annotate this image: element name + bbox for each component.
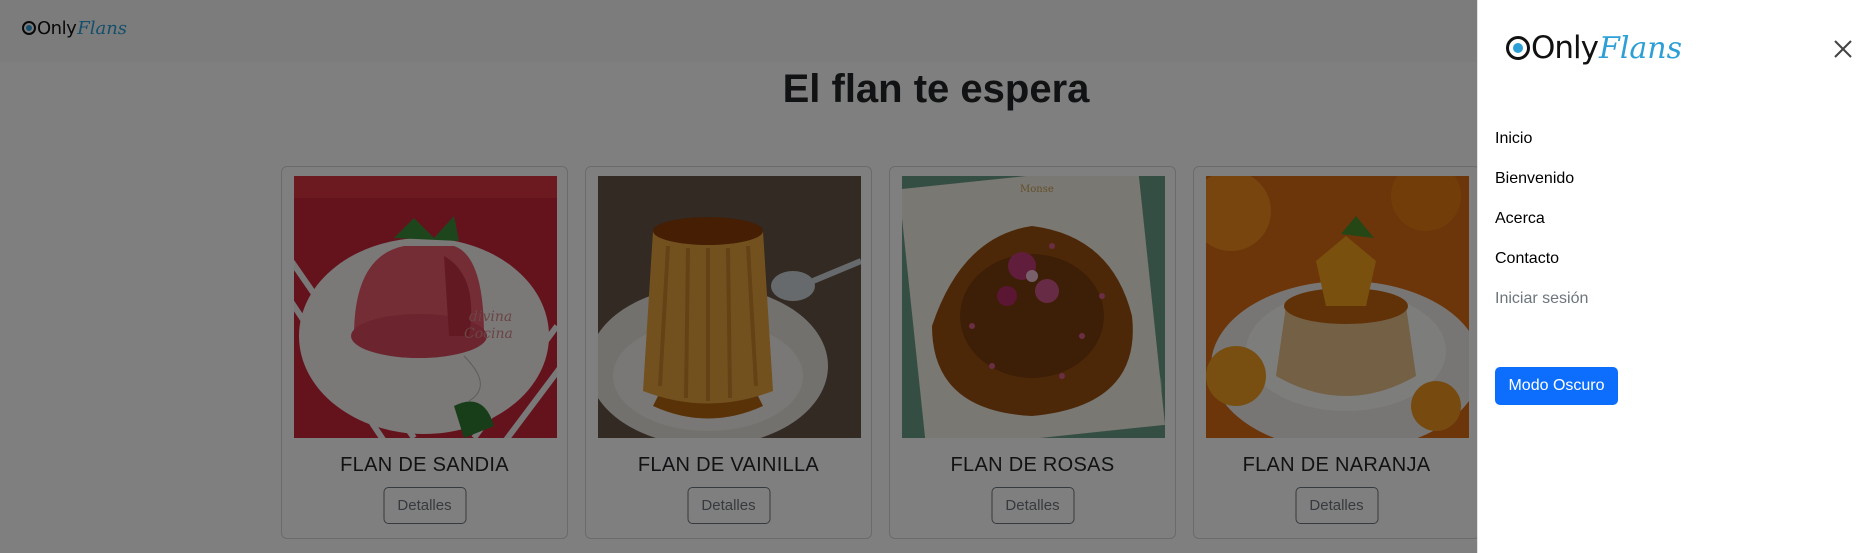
logo-only-text: Only [1531,30,1599,66]
nav-link-bienvenido[interactable]: Bienvenido [1495,167,1588,207]
offcanvas-nav: Inicio Bienvenido Acerca Contacto Inicia… [1495,127,1588,327]
dark-mode-button[interactable]: Modo Oscuro [1495,367,1618,405]
offcanvas-backdrop[interactable] [0,0,1477,553]
offcanvas-menu: Only Flans Inicio Bienvenido Acerca Cont… [1477,0,1872,553]
nav-link-acerca[interactable]: Acerca [1495,207,1588,247]
nav-link-inicio[interactable]: Inicio [1495,127,1588,167]
close-icon[interactable] [1832,38,1854,60]
logo-flans-text: Flans [1599,30,1683,66]
offcanvas-brand-logo: Only Flans [1506,30,1682,66]
nav-link-iniciar-sesion[interactable]: Iniciar sesión [1495,287,1588,327]
nav-link-contacto[interactable]: Contacto [1495,247,1588,287]
logo-circle-icon [1506,36,1530,60]
